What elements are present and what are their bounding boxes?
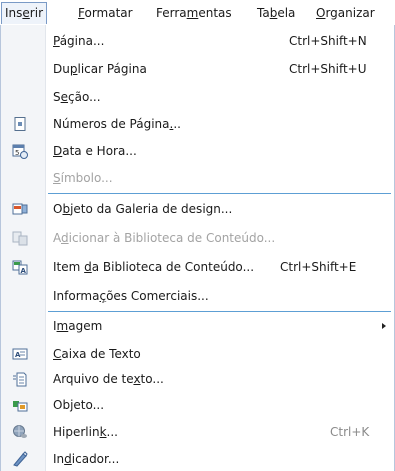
- menu-item-label: Página...: [53, 34, 105, 48]
- menu-item-shortcut: Ctrl+Shift+U: [289, 62, 367, 76]
- date-time-icon: 5: [12, 143, 28, 159]
- page-number-icon: [12, 116, 28, 132]
- menu-item-label: Caixa de Texto: [53, 347, 141, 361]
- menu-item-caixa-de-texto[interactable]: A Caixa de Texto: [1, 343, 394, 365]
- menu-item-label: Duplicar Página: [53, 62, 147, 76]
- menu-item-shortcut: Ctrl+K: [330, 425, 370, 439]
- bookmark-icon: [12, 451, 28, 467]
- menu-item-label: Informações Comerciais...: [53, 289, 209, 303]
- menu-organizar[interactable]: Organizar: [313, 5, 378, 21]
- design-gallery-icon: [12, 201, 28, 217]
- menu-item-pagina[interactable]: Página... Ctrl+Shift+N: [1, 30, 394, 52]
- library-item-icon: A: [12, 259, 28, 275]
- menu-item-label: Item da Biblioteca de Conteúdo...: [53, 260, 255, 274]
- menu-separator: [48, 311, 391, 312]
- menu-item-label: Arquivo de texto...: [53, 372, 164, 386]
- text-file-icon: [12, 371, 28, 387]
- menu-item-arquivo-de-texto[interactable]: Arquivo de texto...: [1, 368, 394, 390]
- menu-item-hiperlink[interactable]: Hiperlink... Ctrl+K: [1, 421, 394, 443]
- menu-item-label: Data e Hora...: [53, 144, 137, 158]
- text-box-icon: A: [12, 346, 28, 362]
- menu-item-informacoes-comerciais[interactable]: Informações Comerciais...: [1, 285, 394, 307]
- menu-inserir[interactable]: Inserir: [1, 2, 47, 24]
- hyperlink-icon: [12, 424, 28, 440]
- menu-item-label: Objeto da Galeria de design...: [53, 202, 233, 216]
- menu-item-shortcut: Ctrl+Shift+N: [289, 34, 367, 48]
- menu-item-data-e-hora[interactable]: 5 Data e Hora...: [1, 140, 394, 162]
- menu-item-adicionar-biblioteca[interactable]: Adicionar à Biblioteca de Conteúdo...: [1, 227, 394, 249]
- menu-item-label: Imagem: [53, 319, 103, 333]
- menu-item-secao[interactable]: Seção...: [1, 86, 394, 108]
- menu-item-simbolo[interactable]: Símbolo...: [1, 167, 394, 189]
- menu-separator: [48, 193, 391, 194]
- object-icon: [12, 397, 28, 413]
- menu-item-numeros-de-pagina[interactable]: Números de Página...: [1, 113, 394, 135]
- menu-item-label: Objeto...: [53, 398, 105, 412]
- menu-item-label: Números de Página...: [53, 117, 181, 131]
- svg-text:5: 5: [15, 149, 19, 157]
- submenu-arrow-icon: [382, 323, 386, 329]
- svg-text:A: A: [21, 267, 27, 275]
- menu-item-label: Seção...: [53, 90, 101, 104]
- menu-item-label: Hiperlink...: [53, 425, 118, 439]
- menu-item-objeto-galeria-design[interactable]: Objeto da Galeria de design...: [1, 198, 394, 220]
- menu-item-objeto[interactable]: Objeto...: [1, 394, 394, 416]
- menu-item-shortcut: Ctrl+Shift+E: [280, 260, 357, 274]
- menu-item-imagem[interactable]: Imagem: [1, 315, 394, 337]
- menu-item-label: Indicador...: [53, 452, 120, 466]
- menu-item-indicador[interactable]: Indicador...: [1, 448, 394, 470]
- menu-item-duplicar-pagina[interactable]: Duplicar Página Ctrl+Shift+U: [1, 58, 394, 80]
- menu-bar: Inserir Formatar Ferramentas Tabela Orga…: [0, 0, 395, 25]
- menu-item-item-biblioteca[interactable]: A Item da Biblioteca de Conteúdo... Ctrl…: [1, 256, 394, 278]
- inserir-dropdown-menu: Página... Ctrl+Shift+N Duplicar Página C…: [0, 25, 395, 471]
- menu-ferramentas[interactable]: Ferramentas: [153, 5, 235, 21]
- menu-tabela[interactable]: Tabela: [254, 5, 298, 21]
- menu-item-label: Símbolo...: [53, 171, 113, 185]
- menu-item-label: Adicionar à Biblioteca de Conteúdo...: [53, 231, 276, 245]
- add-to-library-icon: [12, 230, 28, 246]
- menu-formatar[interactable]: Formatar: [75, 5, 136, 21]
